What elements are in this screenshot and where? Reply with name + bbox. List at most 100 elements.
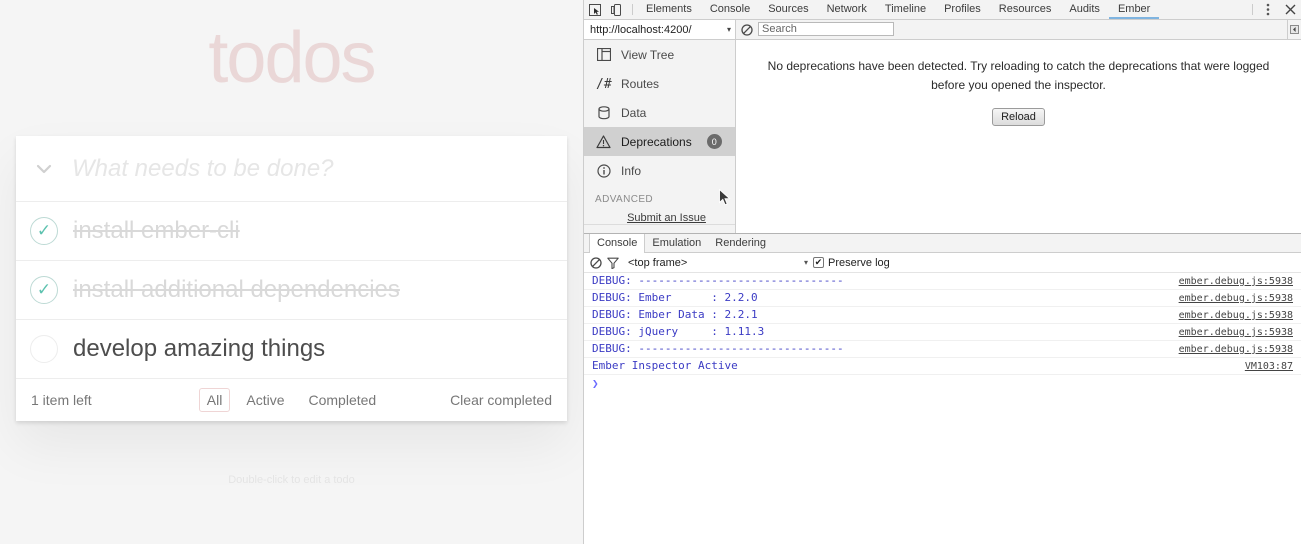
preserve-log-toggle[interactable]: ✔ Preserve log xyxy=(813,257,890,269)
todo-label: develop amazing things xyxy=(73,334,326,362)
sidebar-item-deprecations[interactable]: Deprecations 0 xyxy=(584,127,735,156)
new-todo-input[interactable] xyxy=(72,154,567,183)
filter-completed[interactable]: Completed xyxy=(300,388,384,412)
tab-sources[interactable]: Sources xyxy=(759,0,817,19)
check-glyph: ✓ xyxy=(36,280,52,299)
console-log-row[interactable]: DEBUG: Ember : 2.2.0 ember.debug.js:5938 xyxy=(584,290,1301,307)
filter-funnel-icon[interactable] xyxy=(607,257,619,269)
empty-state-message: No deprecations have been detected. Try … xyxy=(767,59,1270,92)
database-icon xyxy=(595,105,612,120)
ember-sidebar: View Tree /# Routes Data Deprecations 0 … xyxy=(584,40,736,233)
devtools-toolbar: Elements Console Sources Network Timelin… xyxy=(584,0,1301,20)
log-source-link[interactable]: ember.debug.js:5938 xyxy=(1169,309,1293,322)
info-circle-icon xyxy=(595,163,612,178)
clear-completed-button[interactable]: Clear completed xyxy=(450,392,552,408)
svg-text:/#: /# xyxy=(596,77,612,90)
app-hint-text: Double-click to edit a todo xyxy=(228,474,355,486)
devtools-toolbar-right xyxy=(1248,0,1301,19)
app-select[interactable]: http://localhost:4200/ ▾ xyxy=(584,20,736,39)
tab-timeline[interactable]: Timeline xyxy=(876,0,935,19)
console-log-row[interactable]: DEBUG: ------------------------------- e… xyxy=(584,341,1301,358)
toolbar-divider xyxy=(632,4,633,15)
check-glyph: ✓ xyxy=(36,221,52,240)
deprecations-panel: No deprecations have been detected. Try … xyxy=(736,40,1301,233)
console-log-row[interactable]: DEBUG: ------------------------------- e… xyxy=(584,273,1301,290)
tab-console[interactable]: Console xyxy=(701,0,759,19)
todo-toggle[interactable]: ✓ xyxy=(16,217,72,245)
clear-console-icon[interactable] xyxy=(590,256,602,269)
chevron-down-icon[interactable] xyxy=(16,159,72,179)
deprecations-badge: 0 xyxy=(706,134,722,149)
checkbox-checked-icon[interactable]: ✓ xyxy=(30,217,58,245)
todo-toggle[interactable] xyxy=(16,335,72,363)
inspect-element-icon[interactable] xyxy=(584,0,606,19)
reload-button[interactable]: Reload xyxy=(992,108,1045,127)
drawer-tab-console[interactable]: Console xyxy=(589,234,646,253)
tab-resources[interactable]: Resources xyxy=(990,0,1061,19)
checkbox-unchecked-icon[interactable] xyxy=(30,335,58,363)
todo-count: 1 item left xyxy=(31,392,92,408)
log-source-link[interactable]: ember.debug.js:5938 xyxy=(1169,343,1293,356)
log-source-link[interactable]: ember.debug.js:5938 xyxy=(1169,275,1293,288)
search-placeholder: Search xyxy=(762,23,797,35)
console-log-row[interactable]: DEBUG: jQuery : 1.11.3 ember.debug.js:59… xyxy=(584,324,1301,341)
filter-active[interactable]: Active xyxy=(238,388,292,412)
tab-profiles[interactable]: Profiles xyxy=(935,0,990,19)
log-source-link[interactable]: ember.debug.js:5938 xyxy=(1169,326,1293,339)
vertical-dots-icon[interactable] xyxy=(1257,0,1279,19)
scroll-left-icon[interactable] xyxy=(1287,20,1301,39)
tab-audits[interactable]: Audits xyxy=(1060,0,1109,19)
todo-label: install additional dependencies xyxy=(73,275,400,303)
drawer-tab-list: Console Emulation Rendering xyxy=(584,234,1301,253)
drawer-tab-rendering[interactable]: Rendering xyxy=(708,234,773,252)
submit-an-issue-link[interactable]: Submit an Issue xyxy=(584,209,735,224)
sidebar-item-label: Routes xyxy=(621,76,660,91)
close-icon[interactable] xyxy=(1279,0,1301,19)
devtools-panel: Elements Console Sources Network Timelin… xyxy=(583,0,1301,544)
todo-list-item[interactable]: ✓ install additional dependencies xyxy=(16,261,567,320)
log-source-link[interactable]: VM103:87 xyxy=(1235,360,1293,373)
checkbox-checked-icon[interactable]: ✓ xyxy=(30,276,58,304)
preserve-log-label: Preserve log xyxy=(828,256,890,269)
execution-context-select[interactable]: <top frame> ▾ xyxy=(628,257,808,269)
log-message: DEBUG: ------------------------------- xyxy=(592,342,844,355)
log-message: DEBUG: Ember Data : 2.2.1 xyxy=(592,308,758,321)
sidebar-item-label: View Tree xyxy=(621,47,675,62)
sidebar-item-view-tree[interactable]: View Tree xyxy=(584,40,735,69)
checkbox-checked-icon[interactable]: ✔ xyxy=(813,257,824,268)
tab-ember[interactable]: Ember xyxy=(1108,0,1160,19)
console-log-row[interactable]: DEBUG: Ember Data : 2.2.1 ember.debug.js… xyxy=(584,307,1301,324)
devtools-drawer: Console Emulation Rendering <top frame> … xyxy=(584,233,1301,544)
app-select-value: http://localhost:4200/ xyxy=(590,23,692,36)
tab-elements[interactable]: Elements xyxy=(637,0,701,19)
search-input[interactable]: Search xyxy=(758,22,894,36)
sidebar-item-info[interactable]: Info xyxy=(584,156,735,185)
screen: todos ✓ install ember-cli xyxy=(0,0,1301,544)
todo-toggle[interactable]: ✓ xyxy=(16,276,72,304)
todo-list-item[interactable]: develop amazing things xyxy=(16,320,567,379)
console-toolbar: <top frame> ▾ ✔ Preserve log xyxy=(584,253,1301,273)
filter-all[interactable]: All xyxy=(198,388,231,412)
execution-context-value: <top frame> xyxy=(628,256,688,269)
clear-console-icon[interactable] xyxy=(736,20,758,39)
warning-triangle-icon xyxy=(595,134,612,149)
device-toolbar-icon[interactable] xyxy=(606,0,628,19)
ember-body: View Tree /# Routes Data Deprecations 0 … xyxy=(584,40,1301,233)
log-message: DEBUG: ------------------------------- xyxy=(592,274,844,287)
todo-list-item[interactable]: ✓ install ember-cli xyxy=(16,202,567,261)
sidebar-section-advanced: ADVANCED xyxy=(595,194,654,205)
log-source-link[interactable]: ember.debug.js:5938 xyxy=(1169,292,1293,305)
devtools-tab-list: Elements Console Sources Network Timelin… xyxy=(637,0,1160,19)
drawer-tab-emulation[interactable]: Emulation xyxy=(645,234,708,252)
page-title: todos xyxy=(208,18,376,98)
todo-footer: 1 item left All Active Completed Clear c… xyxy=(16,379,567,421)
sidebar-item-label: Info xyxy=(621,163,642,178)
routes-hash-icon: /# xyxy=(595,77,612,90)
console-log-row[interactable]: Ember Inspector Active VM103:87 xyxy=(584,358,1301,375)
view-tree-icon xyxy=(595,48,612,61)
tab-network[interactable]: Network xyxy=(818,0,876,19)
sidebar-item-label: Deprecations xyxy=(621,134,692,149)
console-prompt[interactable]: ❯ xyxy=(584,375,1301,392)
sidebar-item-routes[interactable]: /# Routes xyxy=(584,69,735,98)
sidebar-item-data[interactable]: Data xyxy=(584,98,735,127)
